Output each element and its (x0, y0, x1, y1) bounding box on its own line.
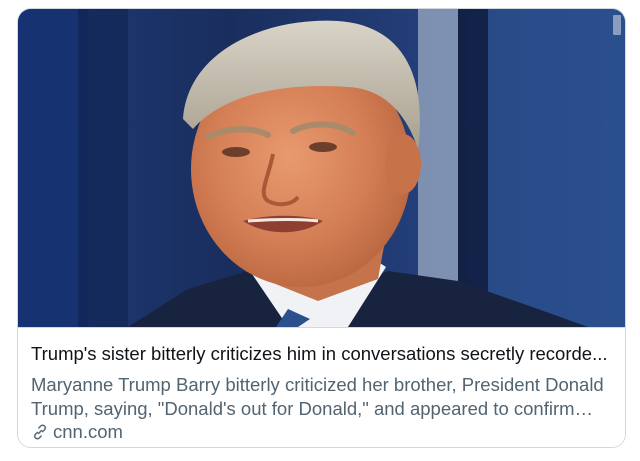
article-image[interactable] (18, 9, 625, 327)
source-domain: cnn.com (53, 421, 123, 442)
photo-credit-mark (613, 15, 621, 35)
link-preview-card[interactable]: Trump's sister bitterly criticizes him i… (17, 8, 626, 448)
card-source[interactable]: cnn.com (31, 421, 123, 443)
card-description: Maryanne Trump Barry bitterly criticized… (31, 374, 604, 419)
article-photo (18, 9, 625, 327)
link-icon (31, 423, 49, 441)
card-headline: Trump's sister bitterly criticizes him i… (31, 343, 608, 364)
card-text-area[interactable]: Trump's sister bitterly criticizes him i… (18, 327, 625, 447)
